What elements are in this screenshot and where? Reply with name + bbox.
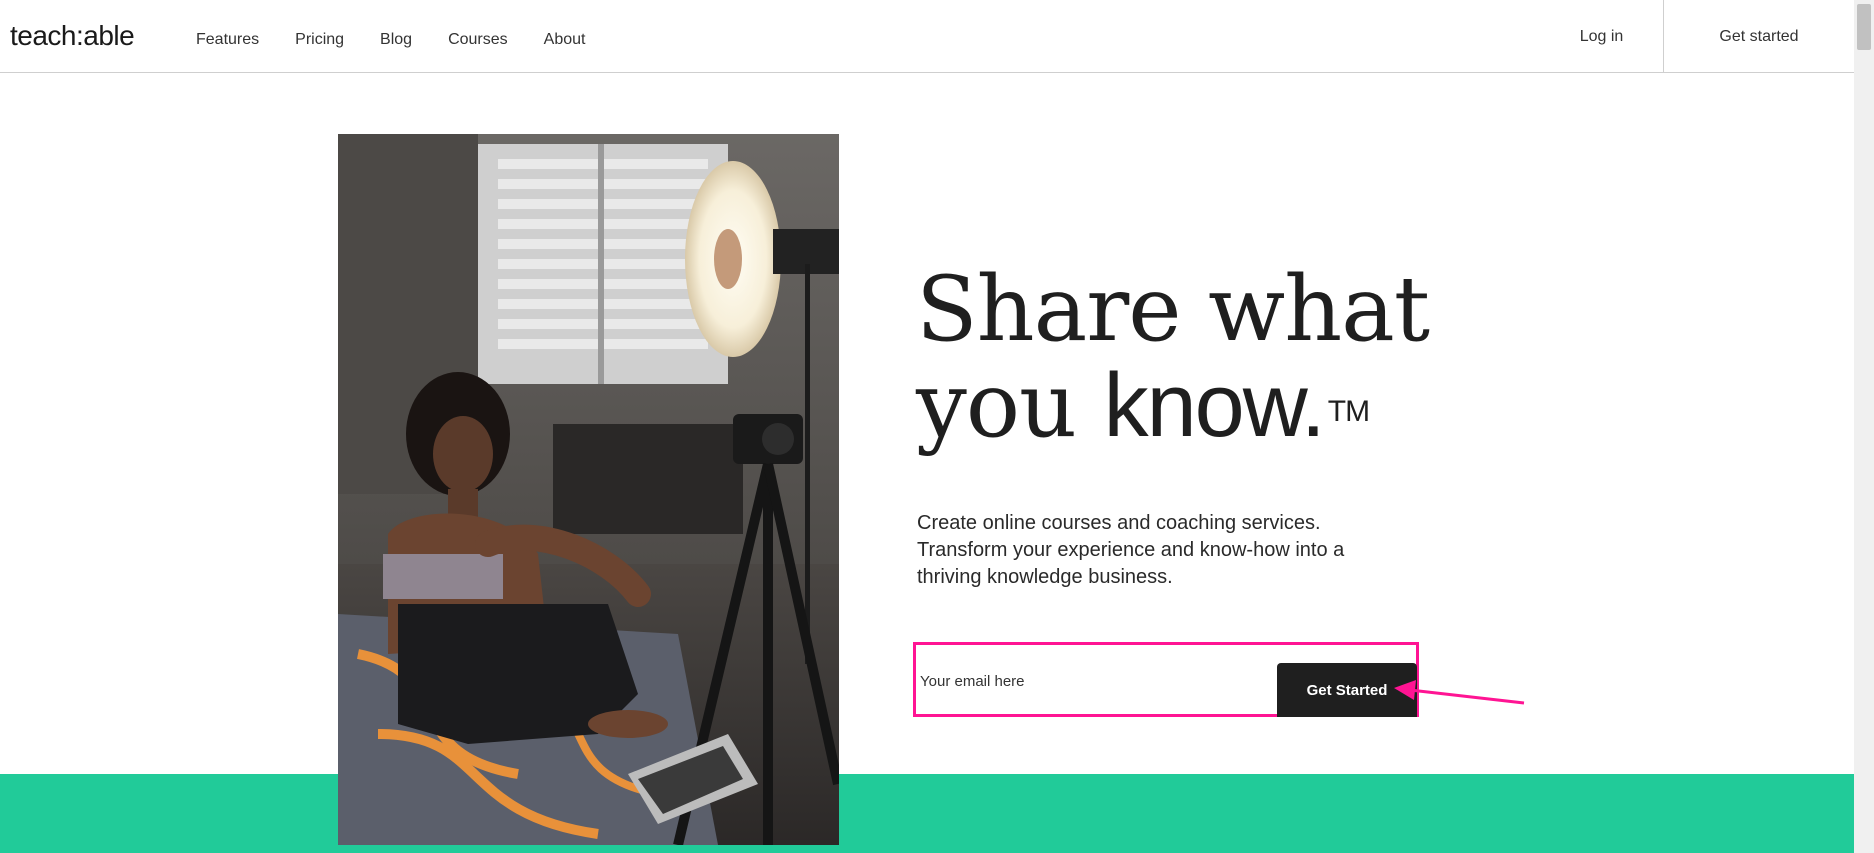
green-accent-band xyxy=(0,774,1854,853)
site-header: teach:able Features Pricing Blog Courses… xyxy=(0,0,1854,73)
headline-you: you xyxy=(916,353,1104,458)
headline-line-1: Share what xyxy=(916,257,1430,362)
teachable-logo[interactable]: teach:able xyxy=(10,20,135,52)
header-get-started-link[interactable]: Get started xyxy=(1664,0,1854,73)
annotation-arrow-icon xyxy=(1394,680,1525,705)
nav-pricing[interactable]: Pricing xyxy=(277,3,362,76)
scrollbar-thumb[interactable] xyxy=(1857,4,1871,50)
email-input[interactable] xyxy=(920,663,1280,699)
creator-filming-illustration xyxy=(338,134,839,845)
hero-photo xyxy=(338,134,839,845)
hero-headline: Share what you know. TM xyxy=(916,257,1476,456)
login-link[interactable]: Log in xyxy=(1540,0,1664,73)
main-nav: Features Pricing Blog Courses About xyxy=(178,0,603,73)
page-scrollbar[interactable] xyxy=(1854,0,1874,853)
nav-about[interactable]: About xyxy=(526,3,604,76)
headline-know: know. xyxy=(1103,356,1326,456)
nav-blog[interactable]: Blog xyxy=(362,3,430,76)
signup-form: Get Started xyxy=(913,642,1419,717)
hero-subhead: Create online courses and coaching servi… xyxy=(917,512,1345,588)
headline-line-2: you know. TM xyxy=(916,356,1476,456)
nav-courses[interactable]: Courses xyxy=(430,3,526,76)
nav-features[interactable]: Features xyxy=(178,3,277,76)
trademark-mark: TM xyxy=(1327,395,1370,428)
